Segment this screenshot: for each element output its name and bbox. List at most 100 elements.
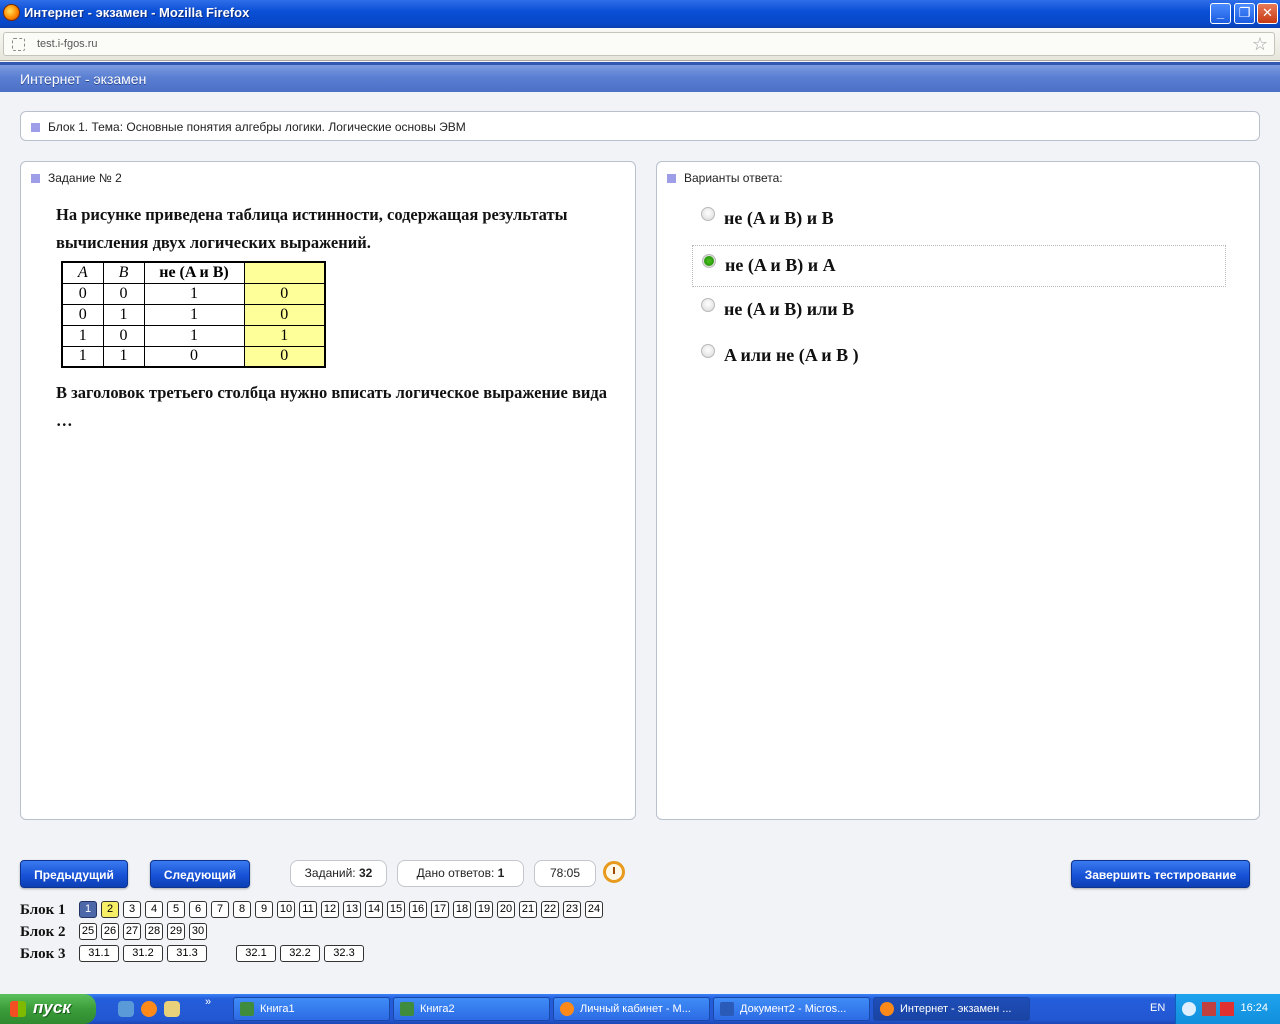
question-nav-button[interactable]: 20	[497, 901, 515, 918]
table-cell: 1	[102, 345, 145, 368]
minimize-button[interactable]: _	[1210, 3, 1231, 24]
table-cell: 0	[61, 303, 104, 326]
question-nav-button[interactable]: 7	[211, 901, 229, 918]
restore-button[interactable]: ❐	[1234, 3, 1255, 24]
question-nav-button[interactable]: 32.3	[324, 945, 364, 962]
bookmark-star-icon[interactable]: ☆	[1252, 34, 1268, 55]
question-nav-button[interactable]: 28	[145, 923, 163, 940]
taskbar: пуск » Книга1 Книга2 Личный кабинет - М.…	[0, 994, 1280, 1024]
radio-button-selected[interactable]	[702, 254, 716, 268]
answers-heading: Варианты ответа:	[684, 171, 783, 185]
taskbar-item[interactable]: Книга1	[233, 997, 390, 1021]
start-button[interactable]: пуск	[0, 994, 96, 1024]
question-nav-button[interactable]: 5	[167, 901, 185, 918]
table-row: 1 1 0 0	[61, 345, 326, 368]
firefox-icon	[880, 1002, 894, 1016]
question-nav-button[interactable]: 22	[541, 901, 559, 918]
question-nav-button[interactable]: 31.1	[79, 945, 119, 962]
question-nav-button[interactable]: 30	[189, 923, 207, 940]
question-nav-button[interactable]: 32.1	[236, 945, 276, 962]
answer-option-1[interactable]: не (A и B) и B	[692, 199, 1226, 241]
question-nav-button[interactable]: 17	[431, 901, 449, 918]
clock: 16:24	[1240, 1002, 1268, 1014]
bullet-icon	[31, 174, 40, 183]
system-tray: 16:24	[1175, 994, 1280, 1024]
question-nav-button[interactable]: 4	[145, 901, 163, 918]
language-indicator[interactable]: EN	[1150, 1002, 1165, 1014]
question-nav-button[interactable]: 14	[365, 901, 383, 918]
tray-expand-icon[interactable]	[1182, 1002, 1196, 1016]
quicklaunch-expand-icon[interactable]: »	[205, 996, 211, 1008]
radio-button[interactable]	[701, 298, 715, 312]
question-nav-button[interactable]: 31.2	[123, 945, 163, 962]
answer-label: не (A и B) и A	[725, 255, 836, 275]
question-nav-button[interactable]: 12	[321, 901, 339, 918]
bullet-icon	[667, 174, 676, 183]
table-cell: 1	[102, 303, 145, 326]
taskbar-item[interactable]: Личный кабинет - М...	[553, 997, 710, 1021]
prev-button[interactable]: Предыдущий	[20, 860, 128, 888]
question-nav-button[interactable]: 29	[167, 923, 185, 940]
taskbar-item[interactable]: Книга2	[393, 997, 550, 1021]
table-row: 0 0 1 0	[61, 282, 326, 305]
question-nav-button[interactable]: 3	[123, 901, 141, 918]
answered-count: 1	[497, 866, 505, 880]
radio-button[interactable]	[701, 207, 715, 221]
question-nav-button[interactable]: 23	[563, 901, 581, 918]
question-nav-button[interactable]: 32.2	[280, 945, 320, 962]
question-nav-button[interactable]: 10	[277, 901, 295, 918]
answer-label: не (A и B) и B	[724, 208, 834, 228]
question-nav-button[interactable]: 24	[585, 901, 603, 918]
app-quicklaunch-icon[interactable]	[164, 1001, 180, 1017]
answer-option-2[interactable]: не (A и B) и A	[692, 245, 1226, 287]
table-cell: 0	[243, 303, 326, 326]
table-header-cell: не (A и B)	[143, 261, 245, 284]
antivirus-icon[interactable]	[1220, 1002, 1234, 1016]
finish-test-button[interactable]: Завершить тестирование	[1071, 860, 1250, 888]
taskbar-item[interactable]: Документ2 - Micros...	[713, 997, 870, 1021]
question-nav-button[interactable]: 13	[343, 901, 361, 918]
question-nav-button[interactable]: 18	[453, 901, 471, 918]
question-nav-button[interactable]: 11	[299, 901, 317, 918]
question-nav-button[interactable]: 9	[255, 901, 273, 918]
taskbar-item-active[interactable]: Интернет - экзамен ...	[873, 997, 1030, 1021]
firefox-icon	[3, 4, 20, 21]
network-icon[interactable]	[1202, 1002, 1216, 1016]
answered-label: Дано ответов:	[416, 866, 495, 880]
tasks-count: 32	[358, 866, 373, 880]
question-nav-button[interactable]: 15	[387, 901, 405, 918]
taskbar-item-label: Документ2 - Micros...	[740, 1003, 847, 1015]
question-nav-button[interactable]: 16	[409, 901, 427, 918]
question-text: На рисунке приведена таблица истинности,…	[56, 205, 568, 252]
question-nav-button[interactable]: 2	[101, 901, 119, 918]
answer-option-4[interactable]: A или не (A и B )	[692, 336, 1226, 378]
question-nav-button[interactable]: 27	[123, 923, 141, 940]
close-button[interactable]: ✕	[1257, 3, 1278, 24]
page-icon	[12, 38, 25, 51]
question-nav-button[interactable]: 6	[189, 901, 207, 918]
table-cell: 0	[243, 282, 326, 305]
address-bar[interactable]: test.i-fgos.ru ☆	[3, 32, 1275, 56]
firefox-quicklaunch-icon[interactable]	[141, 1001, 157, 1017]
question-nav-button[interactable]: 25	[79, 923, 97, 940]
taskbar-item-label: Книга2	[420, 1003, 455, 1015]
table-cell: 0	[143, 345, 245, 368]
next-button[interactable]: Следующий	[150, 860, 250, 888]
ie-quicklaunch-icon[interactable]	[118, 1001, 134, 1017]
question-nav-button[interactable]: 31.3	[167, 945, 207, 962]
question-nav-button[interactable]: 21	[519, 901, 537, 918]
question-nav-button[interactable]: 26	[101, 923, 119, 940]
question-nav-button[interactable]: 19	[475, 901, 493, 918]
radio-button[interactable]	[701, 344, 715, 358]
table-cell: 1	[243, 324, 326, 347]
bullet-icon	[31, 123, 40, 132]
question-nav-button[interactable]: 1	[79, 901, 97, 918]
question-nav-button[interactable]: 8	[233, 901, 251, 918]
url-toolbar: test.i-fgos.ru ☆	[0, 28, 1280, 61]
topic-text: Блок 1. Тема: Основные понятия алгебры л…	[48, 120, 466, 134]
taskbar-item-label: Личный кабинет - М...	[580, 1003, 691, 1015]
table-cell: 1	[143, 303, 245, 326]
task-panel: Задание № 2 На рисунке приведена таблица…	[20, 161, 636, 820]
table-header-cell	[243, 261, 326, 284]
answer-option-3[interactable]: не (A и B) или B	[692, 290, 1226, 332]
